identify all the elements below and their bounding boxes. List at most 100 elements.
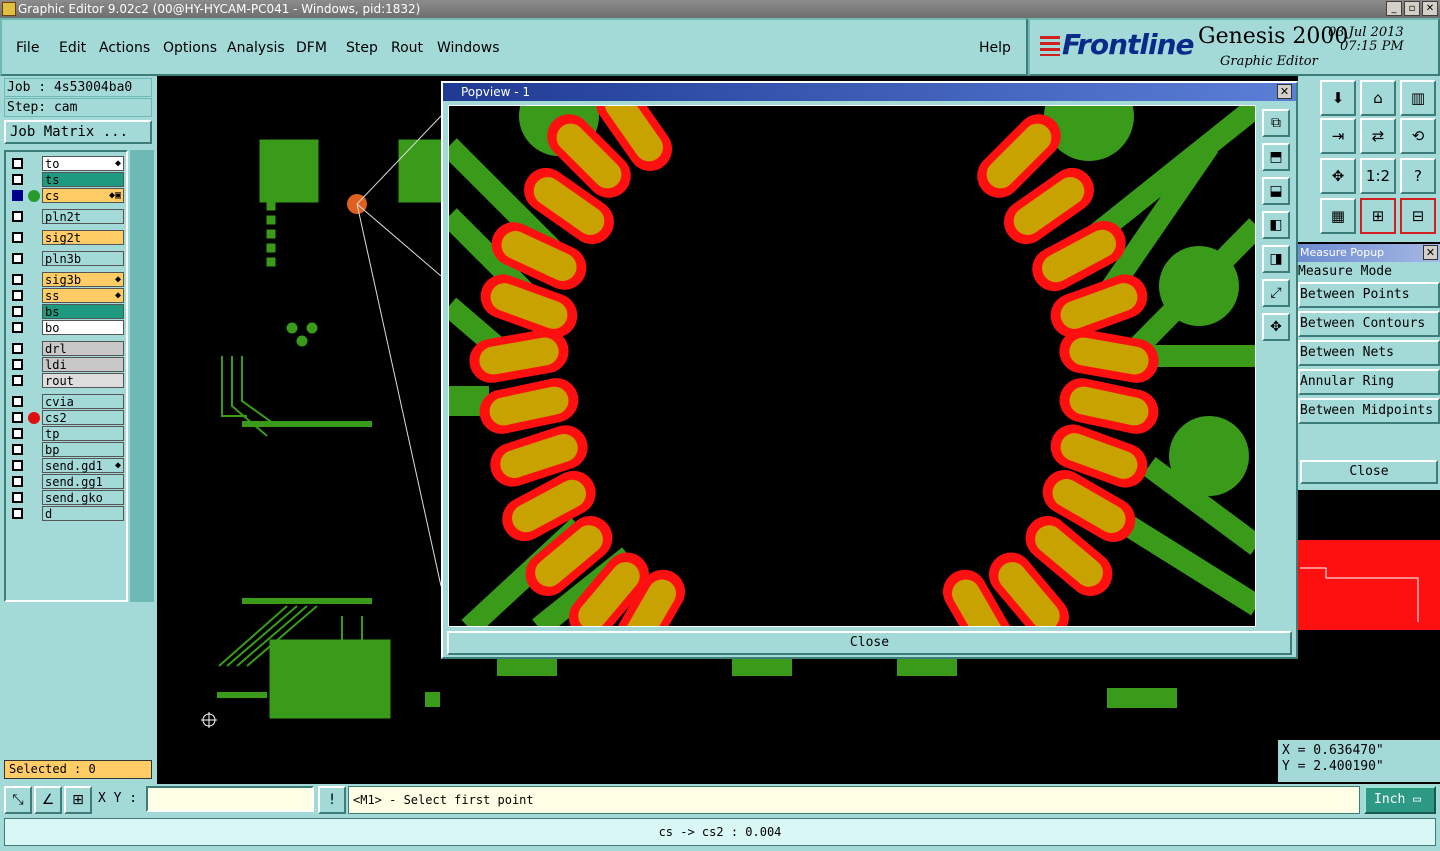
layer-checkbox[interactable]: [12, 274, 23, 285]
minimize-button[interactable]: _: [1386, 1, 1402, 16]
layer-checkbox[interactable]: [12, 508, 23, 519]
layer-list-scrollbar[interactable]: [130, 150, 154, 602]
layer-checkbox[interactable]: [12, 211, 23, 222]
layer-checkbox[interactable]: [12, 476, 23, 487]
measure-close-button[interactable]: Close: [1300, 460, 1438, 484]
layer-checkbox[interactable]: [12, 396, 23, 407]
unit-selector[interactable]: Inch ▭: [1364, 786, 1436, 814]
menu-options[interactable]: Options: [163, 40, 217, 56]
layer-name[interactable]: send.gd1 ◆: [42, 458, 124, 473]
layer-row-drl[interactable]: drl: [8, 341, 126, 356]
layer-name[interactable]: send.gg1: [42, 474, 124, 489]
layer-checkbox[interactable]: [12, 359, 23, 370]
popview-close-button[interactable]: Close: [447, 631, 1292, 655]
layer-name[interactable]: sig2t: [42, 230, 124, 245]
layer-checkbox[interactable]: [12, 290, 23, 301]
help-icon[interactable]: ?: [1400, 158, 1436, 194]
popview-right-icon[interactable]: ◨: [1262, 245, 1290, 273]
export-icon[interactable]: ⇥: [1320, 118, 1356, 154]
menu-help[interactable]: Help: [979, 40, 1011, 56]
select-tool-icon[interactable]: ⤡: [4, 786, 32, 814]
menu-step[interactable]: Step: [346, 40, 378, 56]
layer-name[interactable]: pln3b: [42, 251, 124, 266]
layer-checkbox[interactable]: [12, 460, 23, 471]
layer-row-pln2t[interactable]: pln2t: [8, 209, 126, 224]
measure-popup-close-x[interactable]: ✕: [1423, 245, 1438, 260]
layer-row-cvia[interactable]: cvia: [8, 394, 126, 409]
menu-rout[interactable]: Rout: [391, 40, 423, 56]
layer-row-cs[interactable]: cs ◆▣: [8, 188, 126, 203]
layer-name[interactable]: tp: [42, 426, 124, 441]
measure-between-midpoints[interactable]: Between Midpoints: [1298, 398, 1440, 424]
layer-name[interactable]: ss ◆: [42, 288, 124, 303]
layer-name[interactable]: d: [42, 506, 124, 521]
popview-close-x[interactable]: ✕: [1277, 84, 1292, 99]
menu-file[interactable]: File: [16, 40, 39, 56]
layer-row-send-gko[interactable]: send.gko: [8, 490, 126, 505]
layer-name[interactable]: rout: [42, 373, 124, 388]
swap-icon[interactable]: ⇄: [1360, 118, 1396, 154]
layer-row-send-gg1[interactable]: send.gg1: [8, 474, 126, 489]
grid-snap-icon[interactable]: ⊞: [64, 786, 92, 814]
layer-name[interactable]: send.gko: [42, 490, 124, 505]
layer-name[interactable]: bs: [42, 304, 124, 319]
warning-button[interactable]: !: [318, 786, 346, 814]
layer-row-ldi[interactable]: ldi: [8, 357, 126, 372]
layer-name[interactable]: cvia: [42, 394, 124, 409]
popview-down-icon[interactable]: ⬓: [1262, 177, 1290, 205]
layer-row-sig3b[interactable]: sig3b ◆: [8, 272, 126, 287]
home-icon[interactable]: ⌂: [1360, 80, 1396, 116]
popview-up-icon[interactable]: ⬒: [1262, 143, 1290, 171]
save-icon[interactable]: ⬇: [1320, 80, 1356, 116]
measure-icon[interactable]: ⊞: [1360, 198, 1396, 234]
layer-name[interactable]: pln2t: [42, 209, 124, 224]
xy-input[interactable]: [146, 786, 314, 812]
layer-checkbox[interactable]: [12, 492, 23, 503]
layer-row-d[interactable]: d: [8, 506, 126, 521]
layer-name[interactable]: cs ◆▣: [42, 188, 124, 203]
layer-name[interactable]: ldi: [42, 357, 124, 372]
menu-windows[interactable]: Windows: [437, 40, 500, 56]
scale-icon[interactable]: 1:2: [1360, 158, 1396, 194]
measure-annular-ring[interactable]: Annular Ring: [1298, 369, 1440, 395]
close-window-button[interactable]: ✕: [1422, 1, 1438, 16]
layer-checkbox[interactable]: [12, 174, 23, 185]
layer-name[interactable]: sig3b ◆: [42, 272, 124, 287]
layer-row-bo[interactable]: bo: [8, 320, 126, 335]
fit-icon[interactable]: ✥: [1320, 158, 1356, 194]
layer-row-ss[interactable]: ss ◆: [8, 288, 126, 303]
layer-row-cs2[interactable]: cs2: [8, 410, 126, 425]
layer-row-sig2t[interactable]: sig2t: [8, 230, 126, 245]
measure-between-points[interactable]: Between Points: [1298, 282, 1440, 308]
layer-checkbox[interactable]: [12, 253, 23, 264]
layer-checkbox[interactable]: [12, 190, 23, 201]
menu-analysis[interactable]: Analysis: [227, 40, 285, 56]
measure-icon-2[interactable]: ⊟: [1400, 198, 1436, 234]
job-matrix-button[interactable]: Job Matrix ...: [4, 120, 152, 144]
layer-checkbox[interactable]: [12, 375, 23, 386]
maximize-button[interactable]: ▫: [1404, 1, 1420, 16]
measure-between-nets[interactable]: Between Nets: [1298, 340, 1440, 366]
layer-row-ts[interactable]: ts: [8, 172, 126, 187]
layer-name[interactable]: ts: [42, 172, 124, 187]
menu-dfm[interactable]: DFM: [296, 40, 327, 56]
layer-name[interactable]: drl: [42, 341, 124, 356]
layer-checkbox[interactable]: [12, 232, 23, 243]
window-icon[interactable]: ▥: [1400, 80, 1436, 116]
layer-checkbox[interactable]: [12, 428, 23, 439]
snap-icon[interactable]: ⟲: [1400, 118, 1436, 154]
menu-edit[interactable]: Edit: [59, 40, 86, 56]
layer-row-tp[interactable]: tp: [8, 426, 126, 441]
popview-zoom-image[interactable]: [448, 105, 1256, 627]
layer-checkbox[interactable]: [12, 322, 23, 333]
angle-tool-icon[interactable]: ∠: [34, 786, 62, 814]
layer-name[interactable]: cs2: [42, 410, 124, 425]
grid-icon[interactable]: ▦: [1320, 198, 1356, 234]
layer-checkbox[interactable]: [12, 412, 23, 423]
layer-checkbox[interactable]: [12, 343, 23, 354]
layer-checkbox[interactable]: [12, 306, 23, 317]
layer-name[interactable]: bo: [42, 320, 124, 335]
layer-row-bs[interactable]: bs: [8, 304, 126, 319]
layer-row-to[interactable]: to ◆: [8, 156, 126, 171]
layer-row-bp[interactable]: bp: [8, 442, 126, 457]
